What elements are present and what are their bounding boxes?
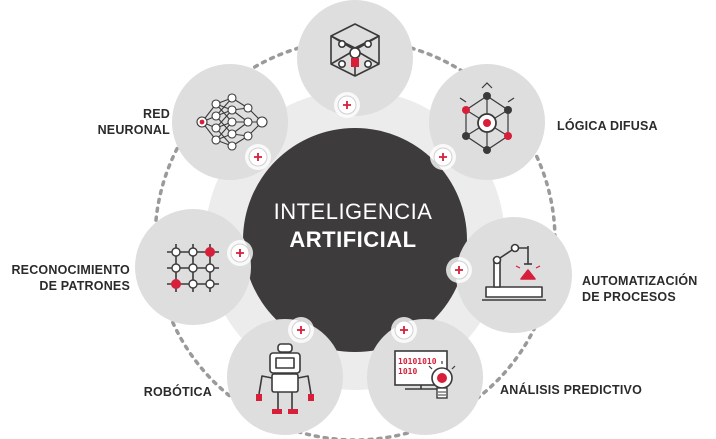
- label-automatizacion: AUTOMATIZACIÓN DE PROCESOS: [582, 273, 714, 305]
- pattern-grid-icon: [167, 244, 219, 292]
- label-analisis-line1: ANÁLISIS PREDICTIVO: [500, 383, 643, 397]
- node-automatizacion[interactable]: [456, 217, 572, 333]
- label-red-neuronal: RED NEURONAL: [60, 106, 170, 138]
- center-title: INTELIGENCIA ARTIFICIAL: [248, 198, 458, 254]
- plus-badge-robotica[interactable]: [288, 317, 314, 343]
- binary-text-1: 10101010: [398, 357, 437, 366]
- plus-badge-top[interactable]: [334, 92, 360, 118]
- plus-badge-automatizacion[interactable]: [446, 257, 472, 283]
- label-automatizacion-line1: AUTOMATIZACIÓN: [582, 274, 698, 288]
- plus-badge-analisis[interactable]: [391, 317, 417, 343]
- plus-badge-logica-difusa[interactable]: [430, 144, 456, 170]
- label-robotica-line1: ROBÓTICA: [143, 385, 212, 399]
- label-red-neuronal-line2: NEURONAL: [97, 123, 170, 137]
- label-automatizacion-line2: DE PROCESOS: [582, 290, 676, 304]
- binary-text-2: 1010: [398, 367, 417, 376]
- label-reconocimiento: RECONOCIMIENTO DE PATRONES: [2, 262, 130, 294]
- label-reconocimiento-line2: DE PATRONES: [39, 279, 130, 293]
- plus-badge-red-neuronal[interactable]: [245, 144, 271, 170]
- label-robotica: ROBÓTICA: [100, 384, 212, 400]
- center-title-line2: ARTIFICIAL: [289, 227, 417, 252]
- center-title-line1: INTELIGENCIA: [273, 199, 433, 224]
- label-analisis: ANÁLISIS PREDICTIVO: [500, 382, 680, 398]
- label-logica-difusa-line1: LÓGICA DIFUSA: [557, 119, 658, 133]
- label-reconocimiento-line1: RECONOCIMIENTO: [11, 263, 130, 277]
- label-logica-difusa: LÓGICA DIFUSA: [557, 118, 707, 134]
- label-red-neuronal-line1: RED: [143, 107, 170, 121]
